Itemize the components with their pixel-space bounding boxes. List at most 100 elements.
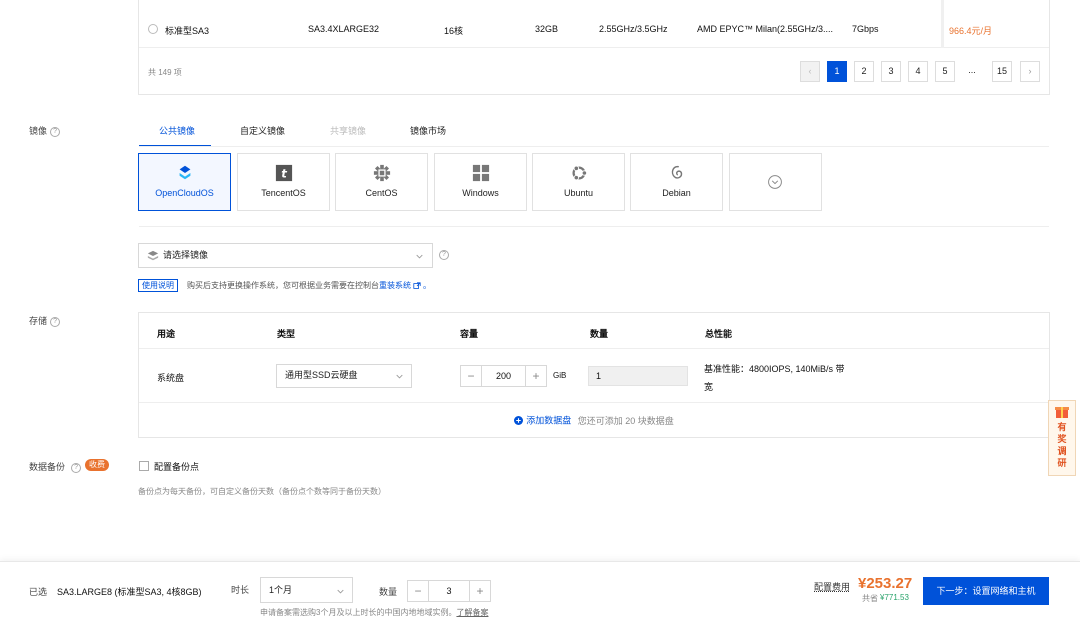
pager-page-2[interactable]: 2	[854, 61, 874, 82]
add-disk-button[interactable]: 添加数据盘	[514, 415, 574, 426]
help-line: 购买后支持更换操作系统，您可根据业务需要在控制台重装系统 。	[187, 280, 431, 291]
help-icon[interactable]: ?	[439, 250, 449, 260]
add-disk-note: 您还可添加 20 块数据盘	[577, 415, 674, 426]
disk-type-select[interactable]: 通用型SSD云硬盘	[276, 364, 412, 388]
size-decrement-button[interactable]: −	[460, 365, 482, 387]
chevron-down-icon	[396, 374, 403, 379]
image-label-text: 镜像	[29, 126, 48, 136]
backup-note: 备份点为每天备份，可自定义备份天数（备份点个数等同于备份天数）	[138, 487, 386, 496]
os-card-ubuntu[interactable]: Ubuntu	[532, 153, 625, 211]
pager-ellipsis: ...	[962, 61, 982, 82]
instance-price: 966.4元/月	[949, 26, 993, 36]
save-label: 共省	[862, 594, 878, 603]
os-card-windows[interactable]: Windows	[434, 153, 527, 211]
disk-count-input: 1	[588, 366, 688, 386]
next-step-button[interactable]: 下一步：设置网络和主机	[923, 577, 1049, 605]
survey-char: 奖	[1057, 434, 1067, 444]
backup-checkbox[interactable]	[139, 461, 149, 471]
tab-custom-image[interactable]: 自定义镜像	[240, 124, 285, 137]
add-disk-label: 添加数据盘	[526, 415, 572, 426]
header-size: 容量	[460, 329, 479, 339]
os-card-centos[interactable]: CentOS	[335, 153, 428, 211]
size-unit: GiB	[553, 371, 567, 380]
chevron-down-icon	[768, 175, 782, 189]
instance-processor: AMD EPYC™ Milan(2.55GHz/3....	[697, 24, 834, 34]
save-value: ¥771.53	[880, 593, 909, 602]
windows-icon	[472, 164, 489, 182]
instance-name: 标准型SA3	[165, 26, 210, 36]
header-type: 类型	[277, 329, 296, 339]
help-end: 。	[423, 281, 431, 290]
table-row[interactable]: 标准型SA3 SA3.4XLARGE32 16核 32GB 2.55GHz/3.…	[139, 0, 1049, 48]
selected-label: 已选	[29, 587, 48, 597]
help-icon[interactable]: ?	[50, 316, 61, 327]
os-name: OpenCloudOS	[155, 188, 214, 198]
centos-icon	[373, 164, 390, 182]
help-icon[interactable]: ?	[71, 462, 82, 473]
chevron-down-icon	[416, 254, 423, 259]
disk-perf-line2: 宽	[704, 382, 714, 392]
storage-label: 存储?	[29, 314, 61, 327]
header-count: 数量	[590, 329, 609, 339]
disk-type-value: 通用型SSD云硬盘	[285, 370, 358, 380]
row-radio[interactable]	[148, 24, 158, 34]
pager-page-3[interactable]: 3	[881, 61, 901, 82]
pager-prev[interactable]: ‹	[800, 61, 820, 82]
os-card-debian[interactable]: Debian	[630, 153, 723, 211]
quantity-input[interactable]: 3	[428, 580, 470, 602]
instance-freq: 2.55GHz/3.5GHz	[599, 24, 668, 34]
os-name: Ubuntu	[563, 188, 594, 198]
storage-label-text: 存储	[29, 316, 48, 326]
tab-image-market[interactable]: 镜像市场	[410, 124, 446, 137]
footer-bar: 已选 SA3.LARGE8 (标准型SA3, 4核8GB) 时长 1个月 数量 …	[0, 561, 1080, 621]
reinstall-link[interactable]: 重装系统	[379, 281, 411, 290]
opencloudos-icon	[179, 165, 190, 180]
pager-page-1[interactable]: 1	[827, 61, 847, 82]
duration-select[interactable]: 1个月	[260, 577, 353, 603]
instance-memory: 32GB	[535, 24, 559, 34]
fee-label: 配置费用	[814, 582, 851, 592]
stack-icon	[147, 250, 159, 260]
pager-page-15[interactable]: 15	[992, 61, 1012, 82]
ubuntu-icon	[571, 165, 587, 181]
chevron-down-icon	[337, 589, 344, 594]
help-icon[interactable]: ?	[50, 126, 61, 137]
duration-value: 1个月	[269, 585, 293, 595]
help-text: 购买后支持更换操作系统，您可根据业务需要在控制台	[187, 281, 379, 290]
instance-model: SA3.4XLARGE32	[308, 24, 380, 34]
storage-header: 用途 类型 容量 数量 总性能	[139, 313, 1049, 349]
charge-badge: 收费	[85, 459, 109, 471]
image-select[interactable]: 请选择镜像	[138, 243, 433, 268]
pager-page-4[interactable]: 4	[908, 61, 928, 82]
learn-filing-link[interactable]: 了解备案	[456, 608, 488, 617]
quantity-decrement-button[interactable]: −	[407, 580, 429, 602]
os-name: Windows	[462, 188, 499, 198]
os-card-tencentos[interactable]: t TencentOS	[237, 153, 330, 211]
instance-bandwidth: 7Gbps	[852, 24, 879, 34]
os-name: CentOS	[365, 188, 398, 198]
svg-text:t: t	[281, 167, 287, 181]
survey-char: 调	[1057, 446, 1067, 456]
tencentos-icon: t	[275, 164, 292, 182]
pager-page-5[interactable]: 5	[935, 61, 955, 82]
external-link-icon	[413, 282, 421, 289]
quantity-label: 数量	[379, 587, 398, 597]
os-card-opencloudos[interactable]: OpenCloudOS	[138, 153, 231, 211]
size-input[interactable]: 200	[481, 365, 526, 387]
image-divider	[139, 226, 1049, 227]
survey-tab[interactable]: 有 奖 调 研	[1048, 400, 1076, 476]
backup-checkbox-label[interactable]: 配置备份点	[154, 460, 199, 473]
selected-value: SA3.LARGE8 (标准型SA3, 4核8GB)	[57, 587, 202, 597]
quantity-increment-button[interactable]: +	[469, 580, 491, 602]
debian-icon	[671, 165, 682, 179]
pager-next[interactable]: ›	[1020, 61, 1040, 82]
gift-icon	[1055, 407, 1069, 418]
disk-perf-line1: 基准性能：4800IOPS, 140MiB/s 带	[704, 364, 845, 374]
os-card-more[interactable]	[729, 153, 822, 211]
help-tag[interactable]: 使用说明	[138, 279, 178, 292]
tab-public-image[interactable]: 公共镜像	[159, 124, 195, 137]
os-name: Debian	[662, 188, 691, 198]
size-increment-button[interactable]: +	[525, 365, 547, 387]
add-disk-row: 添加数据盘 您还可添加 20 块数据盘	[139, 403, 1049, 437]
tab-shared-image[interactable]: 共享镜像	[330, 124, 366, 137]
